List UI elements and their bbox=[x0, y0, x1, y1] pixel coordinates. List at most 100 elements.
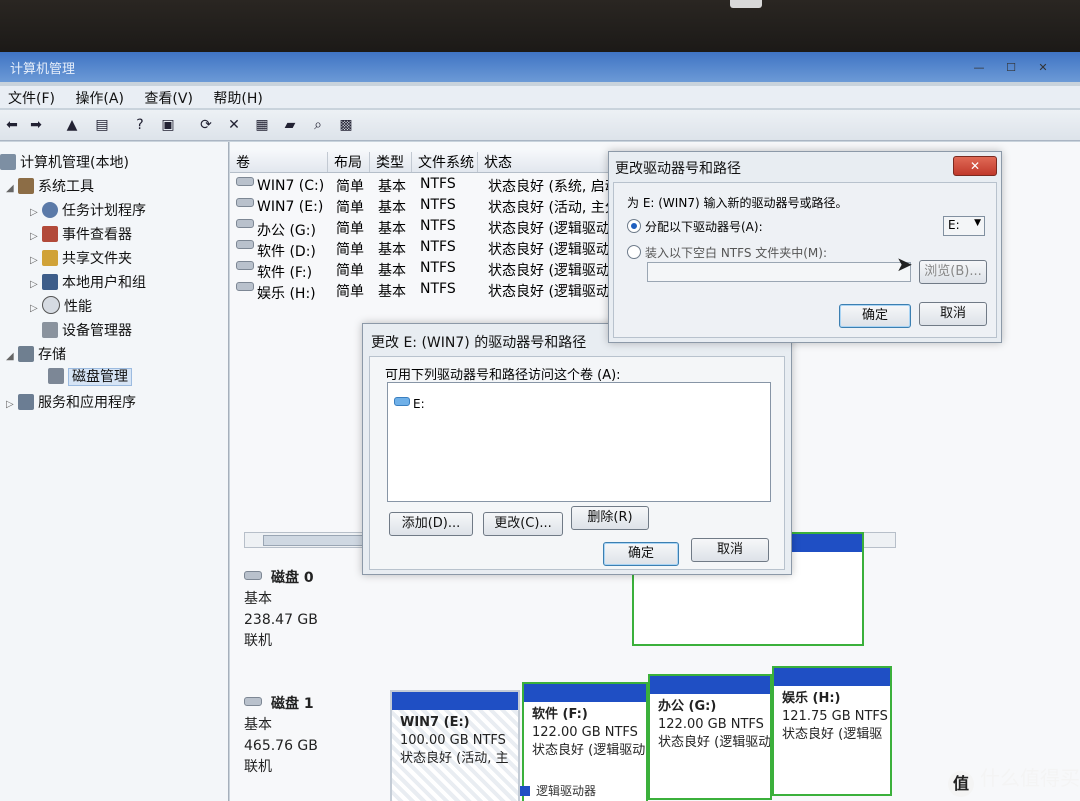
mount-folder-option[interactable]: 装入以下空白 NTFS 文件夹中(M): bbox=[627, 244, 827, 261]
remove-button[interactable]: 删除(R) bbox=[571, 506, 649, 530]
volume-row[interactable]: 办公 (G:) 简单 基本 NTFS 状态良好 (逻辑驱动器 bbox=[230, 216, 624, 239]
legend: 逻辑驱动器 bbox=[520, 782, 596, 799]
chevron-down-icon: ▼ bbox=[974, 218, 981, 228]
toolbar: ⬅ ➡ ▲ ▤ ? ▣ ⟳ ✕ ▦ ▰ ⌕ ▩ bbox=[0, 110, 1080, 141]
mount-folder-radio[interactable] bbox=[627, 245, 641, 259]
disk-graphical-view: 磁盘 0 基本 238.47 GB 联机 磁盘 1 基本 465.76 GB 联… bbox=[244, 532, 904, 801]
tree-root[interactable]: 计算机管理(本地) bbox=[0, 152, 129, 172]
close-window-button[interactable]: ✕ bbox=[1032, 60, 1054, 76]
drive-icon bbox=[236, 177, 254, 186]
tree-services-apps[interactable]: ▷ 服务和应用程序 bbox=[6, 392, 136, 412]
disk-0-label[interactable]: 磁盘 0 基本 238.47 GB 联机 bbox=[244, 568, 384, 652]
back-arrow-icon[interactable]: ⬅ bbox=[2, 115, 22, 135]
action-pane-icon[interactable]: ▣ bbox=[158, 115, 178, 135]
performance-icon bbox=[42, 296, 60, 314]
event-viewer-icon bbox=[42, 226, 58, 242]
tree-disk-management[interactable]: 磁盘管理 bbox=[48, 366, 132, 386]
up-folder-icon[interactable]: ▲ bbox=[62, 115, 82, 135]
bezel-latch bbox=[730, 0, 762, 8]
drive-icon bbox=[236, 198, 254, 207]
device-manager-icon bbox=[42, 322, 58, 338]
mount-path-field[interactable] bbox=[647, 262, 911, 282]
screen: 计算机管理 — ☐ ✕ 文件(F) 操作(A) 查看(V) 帮助(H) ⬅ ➡ … bbox=[0, 52, 1080, 801]
change-button[interactable]: 更改(C)... bbox=[483, 512, 563, 536]
storage-icon bbox=[18, 346, 34, 362]
maximize-button[interactable]: ☐ bbox=[1000, 60, 1022, 76]
help-icon[interactable]: ? bbox=[130, 115, 150, 135]
volume-row[interactable]: 软件 (F:) 简单 基本 NTFS 状态良好 (逻辑驱动器 bbox=[230, 258, 624, 281]
minimize-button[interactable]: — bbox=[968, 60, 990, 76]
laptop-bezel bbox=[0, 0, 1080, 58]
menu-action[interactable]: 操作(A) bbox=[67, 86, 132, 110]
volume-row[interactable]: 娱乐 (H:) 简单 基本 NTFS 状态良好 (逻辑驱动器 bbox=[230, 279, 624, 302]
add-button[interactable]: 添加(D)... bbox=[389, 512, 473, 536]
scrollbar-thumb[interactable] bbox=[263, 535, 375, 546]
volume-row[interactable]: WIN7 (C:) 简单 基本 NTFS 状态良好 (系统, 启动 bbox=[230, 174, 619, 195]
menu-view[interactable]: 查看(V) bbox=[136, 86, 201, 110]
browse-button[interactable]: 浏览(B)... bbox=[919, 260, 987, 284]
change-ok-button[interactable]: 确定 bbox=[839, 304, 911, 328]
watermark-logo-icon: 值 bbox=[948, 771, 974, 797]
search-icon[interactable]: ⌕ bbox=[308, 115, 328, 135]
disk-icon bbox=[244, 571, 262, 580]
volume-list: WIN7 (C:) 简单 基本 NTFS 状态良好 (系统, 启动 WIN7 (… bbox=[230, 174, 624, 302]
menu-file[interactable]: 文件(F) bbox=[0, 86, 63, 110]
services-icon bbox=[18, 394, 34, 410]
watermark: 值什么值得买 bbox=[948, 762, 1080, 797]
volume-list-header: 卷 布局 类型 文件系统 状态 bbox=[230, 150, 650, 173]
menu-bar: 文件(F) 操作(A) 查看(V) 帮助(H) bbox=[0, 86, 1080, 108]
forward-arrow-icon[interactable]: ➡ bbox=[26, 115, 46, 135]
tools-icon bbox=[18, 178, 34, 194]
legend-swatch bbox=[520, 786, 530, 796]
menu-help[interactable]: 帮助(H) bbox=[205, 86, 270, 110]
window-title: 计算机管理 bbox=[10, 62, 76, 77]
tree-task-scheduler[interactable]: ▷ 任务计划程序 bbox=[30, 200, 146, 220]
tree-storage[interactable]: ◢ 存储 bbox=[6, 344, 66, 364]
tree-performance[interactable]: ▷ 性能 bbox=[30, 296, 92, 316]
tree-system-tools[interactable]: ◢ 系统工具 bbox=[6, 176, 94, 196]
paths-listbox[interactable]: E: bbox=[387, 382, 771, 502]
disk-1-label[interactable]: 磁盘 1 基本 465.76 GB 联机 bbox=[244, 694, 384, 778]
col-volume[interactable]: 卷 bbox=[230, 152, 328, 172]
assign-letter-radio[interactable] bbox=[627, 219, 641, 233]
change-dialog-title: 更改驱动器号和路径 bbox=[615, 161, 741, 177]
ok-button[interactable]: 确定 bbox=[603, 542, 679, 566]
mouse-cursor-icon: ➤ bbox=[896, 252, 913, 276]
clock-icon bbox=[42, 202, 58, 218]
disk-icon bbox=[244, 697, 262, 706]
console-tree-icon[interactable]: ▤ bbox=[92, 115, 112, 135]
col-filesystem[interactable]: 文件系统 bbox=[412, 152, 478, 172]
cancel-button[interactable]: 取消 bbox=[691, 538, 769, 562]
users-icon bbox=[42, 274, 58, 290]
drive-letter-select[interactable]: E: ▼ bbox=[943, 216, 985, 236]
computer-icon bbox=[0, 154, 16, 170]
disk-management-icon bbox=[48, 368, 64, 384]
change-cancel-button[interactable]: 取消 bbox=[919, 302, 987, 326]
settings-icon[interactable]: ▩ bbox=[336, 115, 356, 135]
drive-icon bbox=[236, 240, 254, 249]
partition-win7-e[interactable]: WIN7 (E:) 100.00 GB NTFS 状态良好 (活动, 主 bbox=[390, 690, 520, 801]
refresh-icon[interactable]: ⟳ bbox=[196, 115, 216, 135]
console-tree: 计算机管理(本地) ◢ 系统工具 ▷ 任务计划程序 ▷ 事件查看器 ▷ 共享文件夹 ▷ 本… bbox=[0, 142, 229, 801]
tree-event-viewer[interactable]: ▷ 事件查看器 bbox=[30, 224, 132, 244]
tree-local-users[interactable]: ▷ 本地用户和组 bbox=[30, 272, 146, 292]
shared-folder-icon bbox=[42, 250, 58, 266]
properties-icon[interactable]: ▦ bbox=[252, 115, 272, 135]
drive-icon bbox=[236, 219, 254, 228]
volume-row[interactable]: WIN7 (E:) 简单 基本 NTFS 状态良好 (活动, 主分 bbox=[230, 195, 619, 216]
partition-office-g[interactable]: 办公 (G:) 122.00 GB NTFS 状态良好 (逻辑驱动 bbox=[648, 674, 772, 800]
assign-letter-option[interactable]: 分配以下驱动器号(A): bbox=[627, 218, 763, 235]
delete-icon[interactable]: ✕ bbox=[224, 115, 244, 135]
close-icon[interactable]: ✕ bbox=[953, 156, 997, 176]
drive-icon bbox=[236, 261, 254, 270]
open-folder-icon[interactable]: ▰ bbox=[280, 115, 300, 135]
change-prompt: 为 E: (WIN7) 输入新的驱动器号或路径。 bbox=[627, 196, 848, 210]
col-layout[interactable]: 布局 bbox=[328, 152, 370, 172]
tree-device-manager[interactable]: 设备管理器 bbox=[42, 320, 132, 340]
col-type[interactable]: 类型 bbox=[370, 152, 412, 172]
partition-entertainment-h[interactable]: 娱乐 (H:) 121.75 GB NTFS 状态良好 (逻辑驱 bbox=[772, 666, 892, 796]
paths-list-label: 可用下列驱动器号和路径访问这个卷 (A): bbox=[385, 368, 621, 383]
path-entry[interactable]: E: bbox=[394, 397, 425, 411]
tree-shared-folders[interactable]: ▷ 共享文件夹 bbox=[30, 248, 132, 268]
volume-row[interactable]: 软件 (D:) 简单 基本 NTFS 状态良好 (逻辑驱动器 bbox=[230, 237, 624, 260]
